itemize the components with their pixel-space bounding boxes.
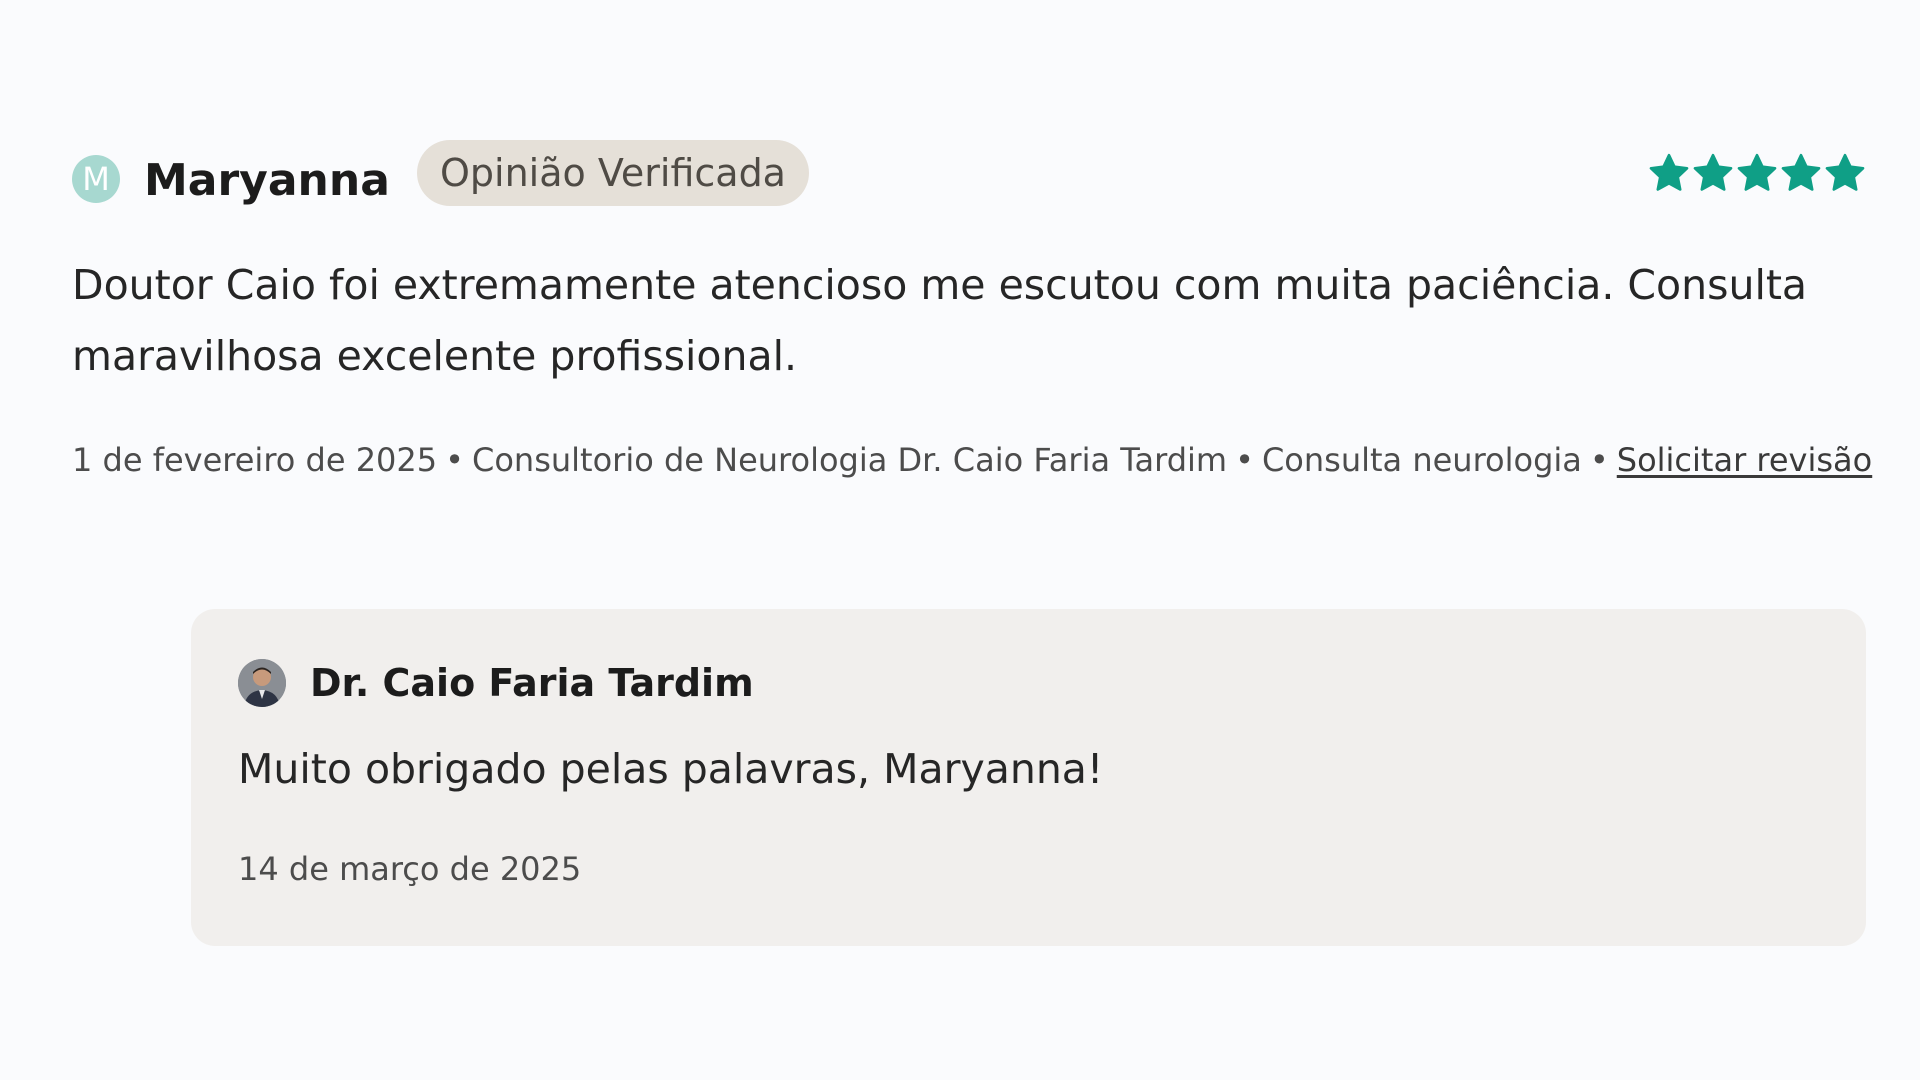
- star-rating: [1648, 152, 1866, 200]
- star-icon: [1737, 153, 1777, 191]
- reply-date: 14 de março de 2025: [238, 850, 582, 888]
- reviewer-avatar: M: [72, 155, 120, 203]
- meta-separator: •: [445, 441, 464, 479]
- review-date: 1 de fevereiro de 2025: [72, 441, 438, 479]
- review-meta: 1 de fevereiro de 2025 • Consultorio de Ne…: [72, 440, 1872, 480]
- meta-separator: •: [1589, 441, 1609, 479]
- star-icon: [1781, 153, 1821, 191]
- reply-text: Muito obrigado pelas palavras, Maryanna!: [238, 745, 1104, 793]
- review-text: Doutor Caio foi extremamente atencioso m…: [72, 261, 1808, 380]
- reply-author-name: Dr. Caio Faria Tardim: [310, 661, 754, 705]
- doctor-avatar: [238, 659, 286, 707]
- service-name: Consulta neurologia: [1261, 441, 1582, 479]
- request-review-link[interactable]: Solicitar revisão: [1617, 441, 1872, 479]
- star-icon: [1649, 153, 1689, 191]
- review-card: M Maryanna Opinião Verificada Doutor Cai…: [72, 140, 1872, 480]
- star-icon: [1693, 153, 1733, 191]
- clinic-name: Consultorio de Neurologia Dr. Caio Faria…: [472, 441, 1228, 479]
- meta-separator: •: [1235, 441, 1254, 479]
- review-header: M Maryanna Opinião Verificada: [72, 140, 1866, 220]
- doctor-reply-card: Dr. Caio Faria Tardim Muito obrigado pel…: [191, 609, 1866, 946]
- reviewer-name: Maryanna: [144, 155, 390, 206]
- star-icon: [1825, 153, 1865, 191]
- verified-opinion-badge: Opinião Verificada: [417, 140, 809, 206]
